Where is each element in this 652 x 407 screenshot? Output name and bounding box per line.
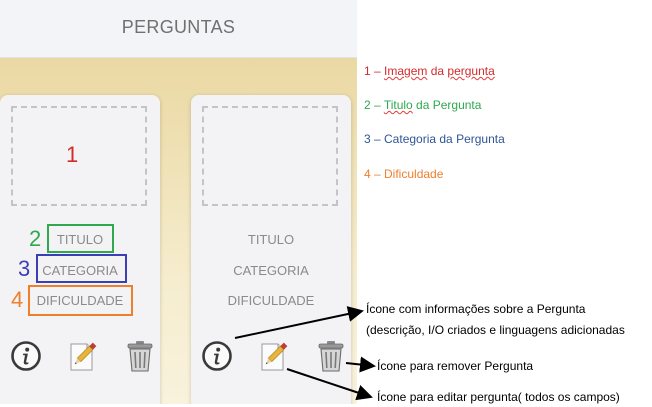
remove-annotation: Ícone para remover Pergunta <box>377 359 534 373</box>
edit-annotation: Ícone para editar pergunta( todos os cam… <box>377 390 620 404</box>
edit-arrow <box>286 368 373 401</box>
info-annotation-line1: Ícone com informações sobre a Pergunta <box>366 302 586 316</box>
info-annotation-line2: (descrição, I/O criados e linguagens adi… <box>366 323 625 337</box>
annotation-arrows <box>234 306 376 401</box>
remove-arrow <box>345 356 376 373</box>
info-arrow <box>234 306 364 339</box>
